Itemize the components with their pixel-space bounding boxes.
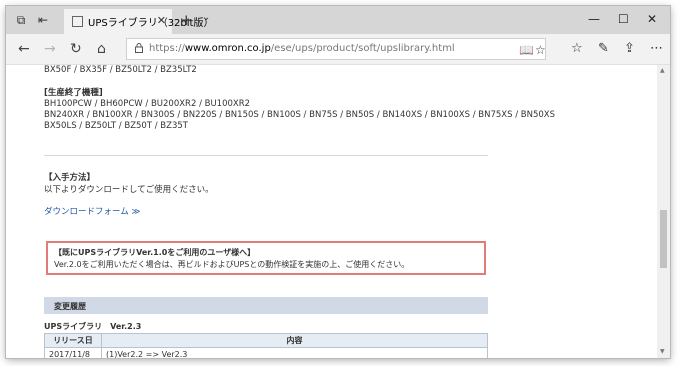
active-tab[interactable]: UPSライブラリ（32bit版） ✕ xyxy=(64,9,213,34)
maximize-button[interactable]: ☐ xyxy=(618,12,629,26)
lock-icon xyxy=(135,43,143,53)
favorite-star-icon[interactable]: ☆ xyxy=(535,43,546,57)
set-aside-tabs-icon[interactable]: ⇤ xyxy=(36,13,50,27)
notice-title: 【既にUPSライブラリVer.1.0をご利用のユーザ様へ】 xyxy=(54,248,256,257)
browser-window: ⧉ ⇤ UPSライブラリ（32bit版） ✕ + ⌄ — ☐ ✕ ← → ↻ ⌂… xyxy=(6,6,670,358)
table-header-content: 内容 xyxy=(101,333,488,348)
reading-view-icon[interactable]: 📖 xyxy=(519,43,534,57)
section-divider xyxy=(44,155,488,156)
download-form-link[interactable]: ダウンロードフォーム ≫ xyxy=(44,205,140,217)
discontinued-line-2: BN240XR / BN100XR / BN300S / BN220S / BN… xyxy=(44,110,555,120)
title-bar: ⧉ ⇤ UPSライブラリ（32bit版） ✕ + ⌄ — ☐ ✕ xyxy=(6,6,670,34)
share-icon[interactable]: ⇪ xyxy=(624,41,635,56)
scroll-up-arrow-icon[interactable]: ▲ xyxy=(660,67,665,74)
new-tab-button[interactable]: + xyxy=(180,11,193,29)
table-cell-date: 2017/11/8 xyxy=(44,347,102,358)
history-heading-bar: 変更履歴 xyxy=(44,297,488,314)
address-bar[interactable]: https://www.omron.co.jp/ese/ups/product/… xyxy=(126,38,546,60)
favorites-hub-icon[interactable]: ☆ xyxy=(571,41,583,56)
minimize-button[interactable]: — xyxy=(588,12,600,26)
page-favicon-icon xyxy=(72,16,83,27)
discontinued-line-1: BH100PCW / BH60PCW / BU200XR2 / BU100XR2 xyxy=(44,99,251,109)
tab-preview-icon[interactable]: ⧉ xyxy=(14,13,28,27)
close-tab-icon[interactable]: ✕ xyxy=(157,14,166,27)
tab-title: UPSライブラリ（32bit版） xyxy=(88,18,214,29)
discontinued-heading: [生産終了機種] xyxy=(44,88,103,98)
url-text: https://www.omron.co.jp/ese/ups/product/… xyxy=(149,43,455,54)
history-heading: 変更履歴 xyxy=(54,302,86,311)
model-list-top: BX50F / BX35F / BZ50LT2 / BZ35LT2 xyxy=(44,65,197,75)
web-note-icon[interactable]: ✎ xyxy=(598,41,609,56)
navigation-bar: ← → ↻ ⌂ https://www.omron.co.jp/ese/ups/… xyxy=(6,34,670,65)
table-header-release-date: リリース日 xyxy=(44,333,102,348)
vertical-scrollbar[interactable]: ▲ ▼ xyxy=(657,65,670,358)
scrollbar-thumb[interactable] xyxy=(660,210,667,268)
obtain-heading: 【入手方法】 xyxy=(44,173,96,183)
refresh-button[interactable]: ↻ xyxy=(70,40,82,58)
table-cell-content: (1)Ver2.2 => Ver2.3 xyxy=(101,347,488,358)
scroll-down-arrow-icon[interactable]: ▼ xyxy=(660,348,665,355)
discontinued-line-3: BX50LS / BZ50LT / BZ50T / BZ35T xyxy=(44,121,188,131)
notice-text: Ver.2.0をご利用いただく場合は、再ビルドおよびUPSとの動作検証を実施の上… xyxy=(54,260,410,269)
forward-button[interactable]: → xyxy=(44,40,56,58)
more-menu-icon[interactable]: ⋯ xyxy=(650,41,663,56)
close-window-button[interactable]: ✕ xyxy=(647,12,657,26)
version-title: UPSライブラリ Ver.2.3 xyxy=(44,322,142,331)
back-button[interactable]: ← xyxy=(18,40,30,58)
obtain-text: 以下よりダウンロードしてご使用ください。 xyxy=(44,185,214,195)
home-button[interactable]: ⌂ xyxy=(97,40,106,58)
page-content: BX50F / BX35F / BZ50LT2 / BZ35LT2 [生産終了機… xyxy=(6,65,657,358)
tab-list-chevron-icon[interactable]: ⌄ xyxy=(202,12,210,23)
existing-user-notice: 【既にUPSライブラリVer.1.0をご利用のユーザ様へ】 Ver.2.0をご利… xyxy=(46,241,486,275)
